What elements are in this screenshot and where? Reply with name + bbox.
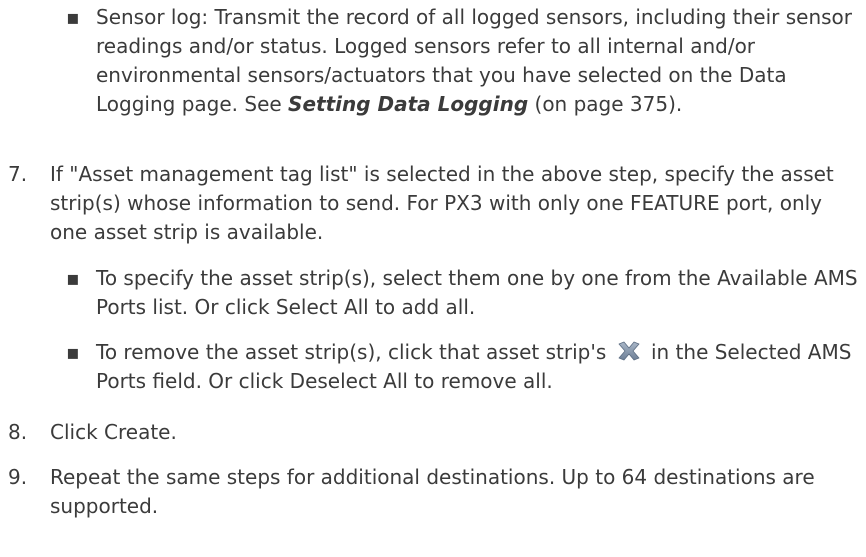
page-reference: (on page 375).: [534, 92, 683, 116]
setting-data-logging-link[interactable]: Setting Data Logging: [288, 92, 528, 116]
bullet-marker: ▪: [66, 5, 80, 29]
step-number: 9.: [8, 465, 28, 489]
step-number: 7.: [8, 162, 28, 186]
step-8-text: Click Create.: [50, 420, 177, 444]
step-7-text: If "Asset management tag list" is select…: [50, 162, 834, 244]
step-number: 8.: [8, 420, 28, 444]
delete-x-icon: [616, 340, 642, 362]
bullet-marker: ▪: [66, 266, 80, 290]
remove-asset-strip-text: To remove the asset strip(s), click that…: [96, 338, 862, 396]
remove-text-before-icon: To remove the asset strip(s), click that…: [96, 340, 607, 364]
document-page: ▪ Sensor log: Transmit the record of all…: [0, 0, 866, 557]
specify-asset-strip-text: To specify the asset strip(s), select th…: [96, 266, 858, 319]
sensor-log-text: Sensor log: Transmit the record of all l…: [96, 3, 862, 119]
bullet-marker: ▪: [66, 340, 80, 364]
step-9-text: Repeat the same steps for additional des…: [50, 465, 815, 518]
